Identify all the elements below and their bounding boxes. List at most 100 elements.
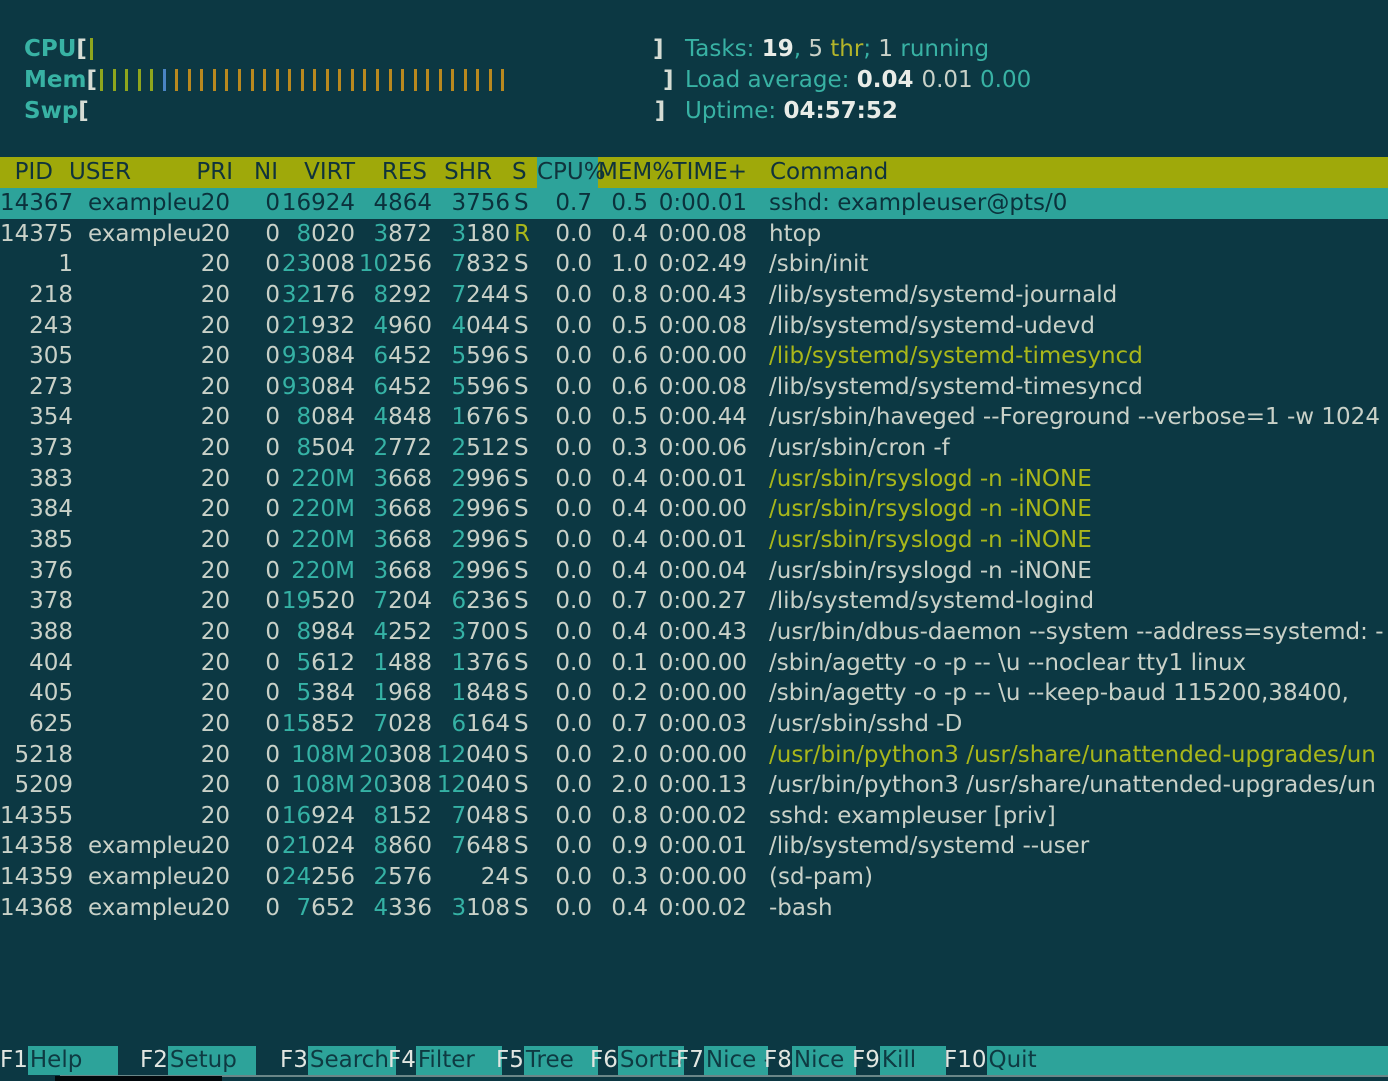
fkey-quit[interactable]: F10Quit	[944, 1046, 1388, 1075]
mem-cell: 0.4	[592, 219, 648, 250]
process-row[interactable]: 6252001585270286164S0.00.70:00.03/usr/sb…	[0, 709, 1388, 740]
pid-cell: 243	[0, 311, 73, 342]
cpu-cell: 0.0	[532, 311, 592, 342]
process-row[interactable]: 388200898442523700S0.00.40:00.43/usr/bin…	[0, 617, 1388, 648]
pri-cell: 20	[200, 311, 230, 342]
mem-cell: 0.4	[592, 525, 648, 556]
fkey-kill[interactable]: F9Kill	[852, 1046, 946, 1075]
process-row[interactable]: 14358exampleus2002102488607648S0.00.90:0…	[0, 831, 1388, 862]
ni-cell: 0	[230, 188, 280, 219]
res-cell: 20308	[355, 740, 432, 771]
shr-cell: 4044	[432, 311, 510, 342]
virt-cell: 5384	[280, 678, 355, 709]
fkey-tree[interactable]: F5Tree	[496, 1046, 598, 1075]
ni-cell: 0	[230, 433, 280, 464]
process-row[interactable]: 383200220M36682996S0.00.40:00.01/usr/sbi…	[0, 464, 1388, 495]
time-cell: 0:00.27	[648, 586, 747, 617]
shr-cell: 2996	[432, 494, 510, 525]
pri-cell: 20	[200, 617, 230, 648]
time-cell: 0:00.01	[648, 831, 747, 862]
tasks-line: Tasks: 19, 5 thr; 1 running	[685, 33, 1031, 64]
user-cell	[73, 586, 200, 617]
meters-panel: CPU[] Mem[] Swp[]	[24, 33, 673, 126]
pri-cell: 20	[200, 648, 230, 679]
fkey-label: Help	[28, 1046, 118, 1075]
pid-cell: 383	[0, 464, 73, 495]
process-row[interactable]: 143552001692481527048S0.00.80:00.02sshd:…	[0, 801, 1388, 832]
command-cell: /usr/bin/python3 /usr/share/unattended-u…	[747, 770, 1388, 801]
fkey-nice[interactable]: F8Nice +	[764, 1046, 856, 1075]
fkey-help[interactable]: F1Help	[0, 1046, 118, 1075]
virt-cell: 16924	[280, 801, 355, 832]
virt-cell: 93084	[280, 341, 355, 372]
state-cell: R	[510, 219, 532, 250]
swp-meter-open-bracket: [	[78, 98, 89, 124]
command-cell: /lib/systemd/systemd-udevd	[747, 311, 1388, 342]
pri-cell: 20	[200, 249, 230, 280]
virt-cell: 24256	[280, 862, 355, 893]
state-cell: S	[510, 740, 532, 771]
user-cell	[73, 525, 200, 556]
process-row[interactable]: 404200561214881376S0.00.10:00.00/sbin/ag…	[0, 648, 1388, 679]
process-row[interactable]: 354200808448481676S0.00.50:00.44/usr/sbi…	[0, 402, 1388, 433]
fkey-nice[interactable]: F7Nice -	[676, 1046, 768, 1075]
cpu-cell: 0.0	[532, 617, 592, 648]
process-table: 14367exampleus2001692448643756S0.70.50:0…	[0, 188, 1388, 923]
pid-cell: 625	[0, 709, 73, 740]
pri-cell: 20	[200, 770, 230, 801]
pid-cell: 404	[0, 648, 73, 679]
mem-cell: 0.3	[592, 433, 648, 464]
process-row[interactable]: 14375exampleus200802038723180R0.00.40:00…	[0, 219, 1388, 250]
process-row[interactable]: 405200538419681848S0.00.20:00.00/sbin/ag…	[0, 678, 1388, 709]
process-row[interactable]: 5218200108M2030812040S0.02.00:00.00/usr/…	[0, 740, 1388, 771]
fkey-label: Nice +	[792, 1046, 856, 1075]
meter-bar	[163, 69, 166, 91]
process-row[interactable]: 120023008102567832S0.01.00:02.49/sbin/in…	[0, 249, 1388, 280]
process-row[interactable]: 384200220M36682996S0.00.40:00.00/usr/sbi…	[0, 494, 1388, 525]
meter-bar	[389, 69, 392, 91]
time-cell: 0:00.00	[648, 341, 747, 372]
process-row-selected[interactable]: 14367exampleus2001692448643756S0.70.50:0…	[0, 188, 1388, 219]
pid-cell: 14375	[0, 219, 73, 250]
user-cell	[73, 770, 200, 801]
process-row[interactable]: 373200850427722512S0.00.30:00.06/usr/sbi…	[0, 433, 1388, 464]
pri-cell: 20	[200, 586, 230, 617]
fkey-label: Setup	[168, 1046, 256, 1075]
process-row[interactable]: 14368exampleus200765243363108S0.00.40:00…	[0, 893, 1388, 924]
process-row[interactable]: 2182003217682927244S0.00.80:00.43/lib/sy…	[0, 280, 1388, 311]
time-cell: 0:00.01	[648, 525, 747, 556]
meter-bar	[414, 69, 417, 91]
virt-cell: 32176	[280, 280, 355, 311]
mem-cell: 2.0	[592, 740, 648, 771]
process-row[interactable]: 3052009308464525596S0.00.60:00.00/lib/sy…	[0, 341, 1388, 372]
htop-terminal: CPU[] Mem[] Swp[] Tasks: 19, 5 thr; 1 ru…	[0, 0, 1388, 1081]
header-time[interactable]: TIME+	[0, 157, 747, 188]
command-cell: -bash	[747, 893, 1388, 924]
fkey-sortby[interactable]: F6SortBy	[590, 1046, 684, 1075]
process-row[interactable]: 2732009308464525596S0.00.60:00.08/lib/sy…	[0, 372, 1388, 403]
fkey-search[interactable]: F3Search	[280, 1046, 396, 1075]
pid-cell: 5209	[0, 770, 73, 801]
user-cell	[73, 494, 200, 525]
process-row[interactable]: 2432002193249604044S0.00.50:00.08/lib/sy…	[0, 311, 1388, 342]
tasks-separator: ,	[794, 36, 809, 62]
process-row[interactable]: 376200220M36682996S0.00.40:00.04/usr/sbi…	[0, 556, 1388, 587]
process-row[interactable]: 5209200108M2030812040S0.02.00:00.13/usr/…	[0, 770, 1388, 801]
process-row[interactable]: 14359exampleus20024256257624S0.00.30:00.…	[0, 862, 1388, 893]
meter-bar	[439, 69, 442, 91]
pri-cell: 20	[200, 709, 230, 740]
process-row[interactable]: 3782001952072046236S0.00.70:00.27/lib/sy…	[0, 586, 1388, 617]
user-cell	[73, 249, 200, 280]
mem-meter-bars	[97, 67, 663, 93]
header-command[interactable]: Command	[770, 157, 888, 188]
cpu-meter-label: CPU	[24, 36, 76, 62]
process-row[interactable]: 385200220M36682996S0.00.40:00.01/usr/sbi…	[0, 525, 1388, 556]
meter-bar	[263, 69, 266, 91]
command-cell: /usr/sbin/rsyslogd -n -iNONE	[747, 556, 1388, 587]
fkey-filter[interactable]: F4Filter	[388, 1046, 502, 1075]
fkey-setup[interactable]: F2Setup	[140, 1046, 256, 1075]
shr-cell: 6236	[432, 586, 510, 617]
system-info-panel: Tasks: 19, 5 thr; 1 running Load average…	[685, 33, 1031, 126]
ni-cell: 0	[230, 893, 280, 924]
virt-cell: 23008	[280, 249, 355, 280]
